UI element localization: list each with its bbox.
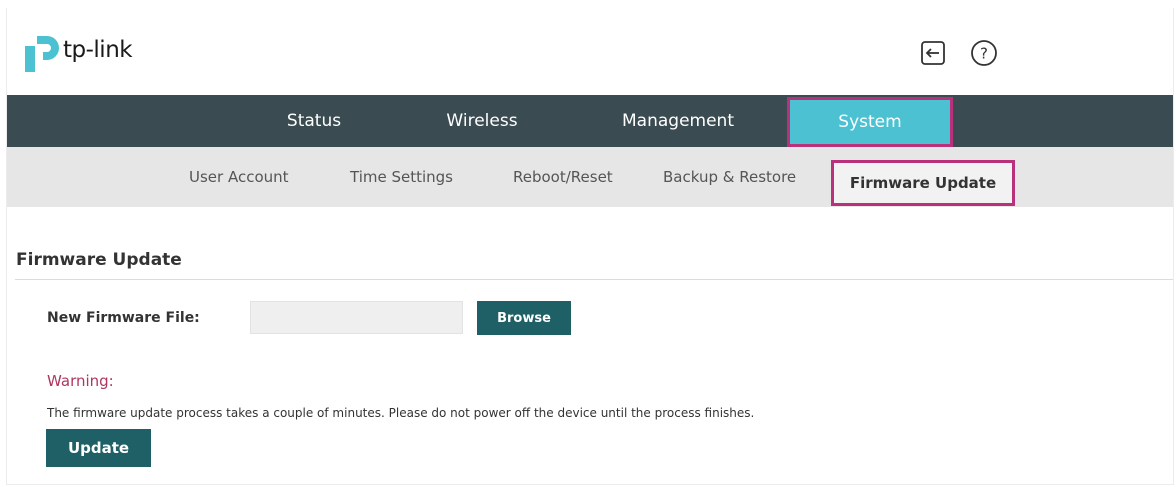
update-button[interactable]: Update xyxy=(46,429,151,467)
tab-status[interactable]: Status xyxy=(259,95,369,147)
brand-name: tp-link xyxy=(63,37,133,63)
header: tp-link ? xyxy=(7,8,1173,95)
warning-text: The firmware update process takes a coup… xyxy=(47,406,755,420)
logout-icon[interactable] xyxy=(920,40,946,66)
subtab-time-settings[interactable]: Time Settings xyxy=(350,147,453,207)
subtab-firmware-update[interactable]: Firmware Update xyxy=(831,160,1015,206)
main-nav: Status Wireless Management System xyxy=(7,95,1173,147)
brand-logo[interactable]: tp-link xyxy=(23,30,133,76)
subtab-user-account[interactable]: User Account xyxy=(189,147,289,207)
section-divider xyxy=(15,279,1173,280)
tab-management[interactable]: Management xyxy=(603,95,753,147)
warning-label: Warning: xyxy=(47,372,114,390)
router-admin-window: tp-link ? Status Wireless Management Sys… xyxy=(6,8,1174,485)
firmware-file-label: New Firmware File: xyxy=(47,310,200,326)
browse-button[interactable]: Browse xyxy=(477,301,571,335)
tab-wireless[interactable]: Wireless xyxy=(427,95,537,147)
sub-nav: User Account Time Settings Reboot/Reset … xyxy=(7,147,1173,207)
subtab-reboot-reset[interactable]: Reboot/Reset xyxy=(513,147,613,207)
tab-system[interactable]: System xyxy=(787,97,953,147)
section-title: Firmware Update xyxy=(16,250,182,270)
svg-text:?: ? xyxy=(980,45,988,63)
firmware-file-input[interactable] xyxy=(250,301,463,334)
tp-link-logo-icon xyxy=(25,36,59,72)
subtab-backup-restore[interactable]: Backup & Restore xyxy=(663,147,796,207)
help-icon[interactable]: ? xyxy=(970,39,998,67)
